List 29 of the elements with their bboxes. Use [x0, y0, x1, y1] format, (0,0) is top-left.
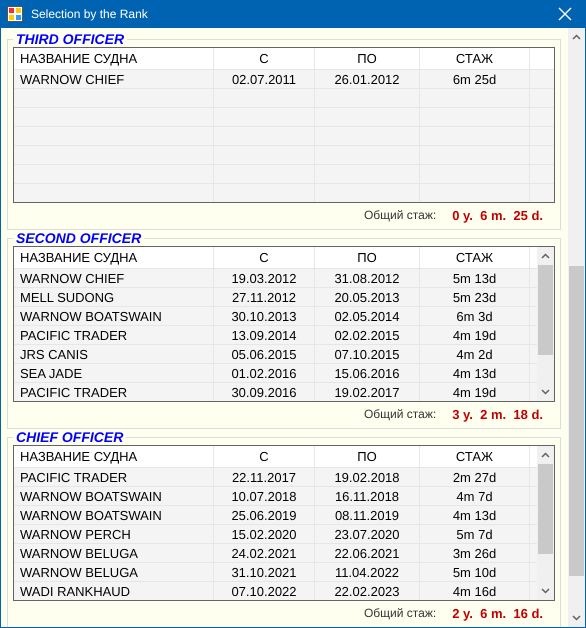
scrollbar[interactable]: [537, 247, 554, 401]
total-label: Общий стаж:: [364, 606, 436, 620]
scroll-down-icon[interactable]: [572, 615, 581, 621]
total-value: 3 y. 2 m. 18 d.: [452, 406, 543, 422]
group-title: CHIEF OFFICER: [13, 429, 126, 445]
group-title: SECOND OFFICER: [13, 230, 144, 246]
scrollbar[interactable]: [568, 28, 585, 627]
scroll-down-icon[interactable]: [541, 389, 550, 395]
total-value: 2 y. 6 m. 16 d.: [452, 606, 543, 620]
scroll-down-icon[interactable]: [541, 588, 550, 594]
scrollbar[interactable]: [537, 446, 554, 600]
table-cell: 4m 16d: [420, 582, 530, 600]
scroll-up-icon[interactable]: [541, 253, 550, 259]
window-title: Selection by the Rank: [31, 7, 149, 21]
close-icon[interactable]: [558, 7, 572, 21]
table-cell: 22.02.2023: [315, 582, 420, 600]
scroll-up-icon[interactable]: [572, 34, 581, 40]
group-title: THIRD OFFICER: [13, 31, 128, 47]
scroll-up-icon[interactable]: [541, 452, 550, 458]
total-value: 0 y. 6 m. 25 d.: [452, 208, 543, 222]
table-cell: WADI RANKHAUD: [14, 582, 214, 600]
table-cell: 19.02.2017: [315, 383, 420, 401]
total-label: Общий стаж:: [364, 407, 436, 421]
table-cell: 4m 19d: [420, 383, 530, 401]
app-icon: [7, 6, 23, 22]
total-label: Общий стаж:: [364, 208, 436, 222]
table-cell: 30.09.2016: [214, 383, 315, 401]
table-cell: PACIFIC TRADER: [14, 383, 214, 401]
table-cell: 07.10.2022: [214, 582, 315, 600]
